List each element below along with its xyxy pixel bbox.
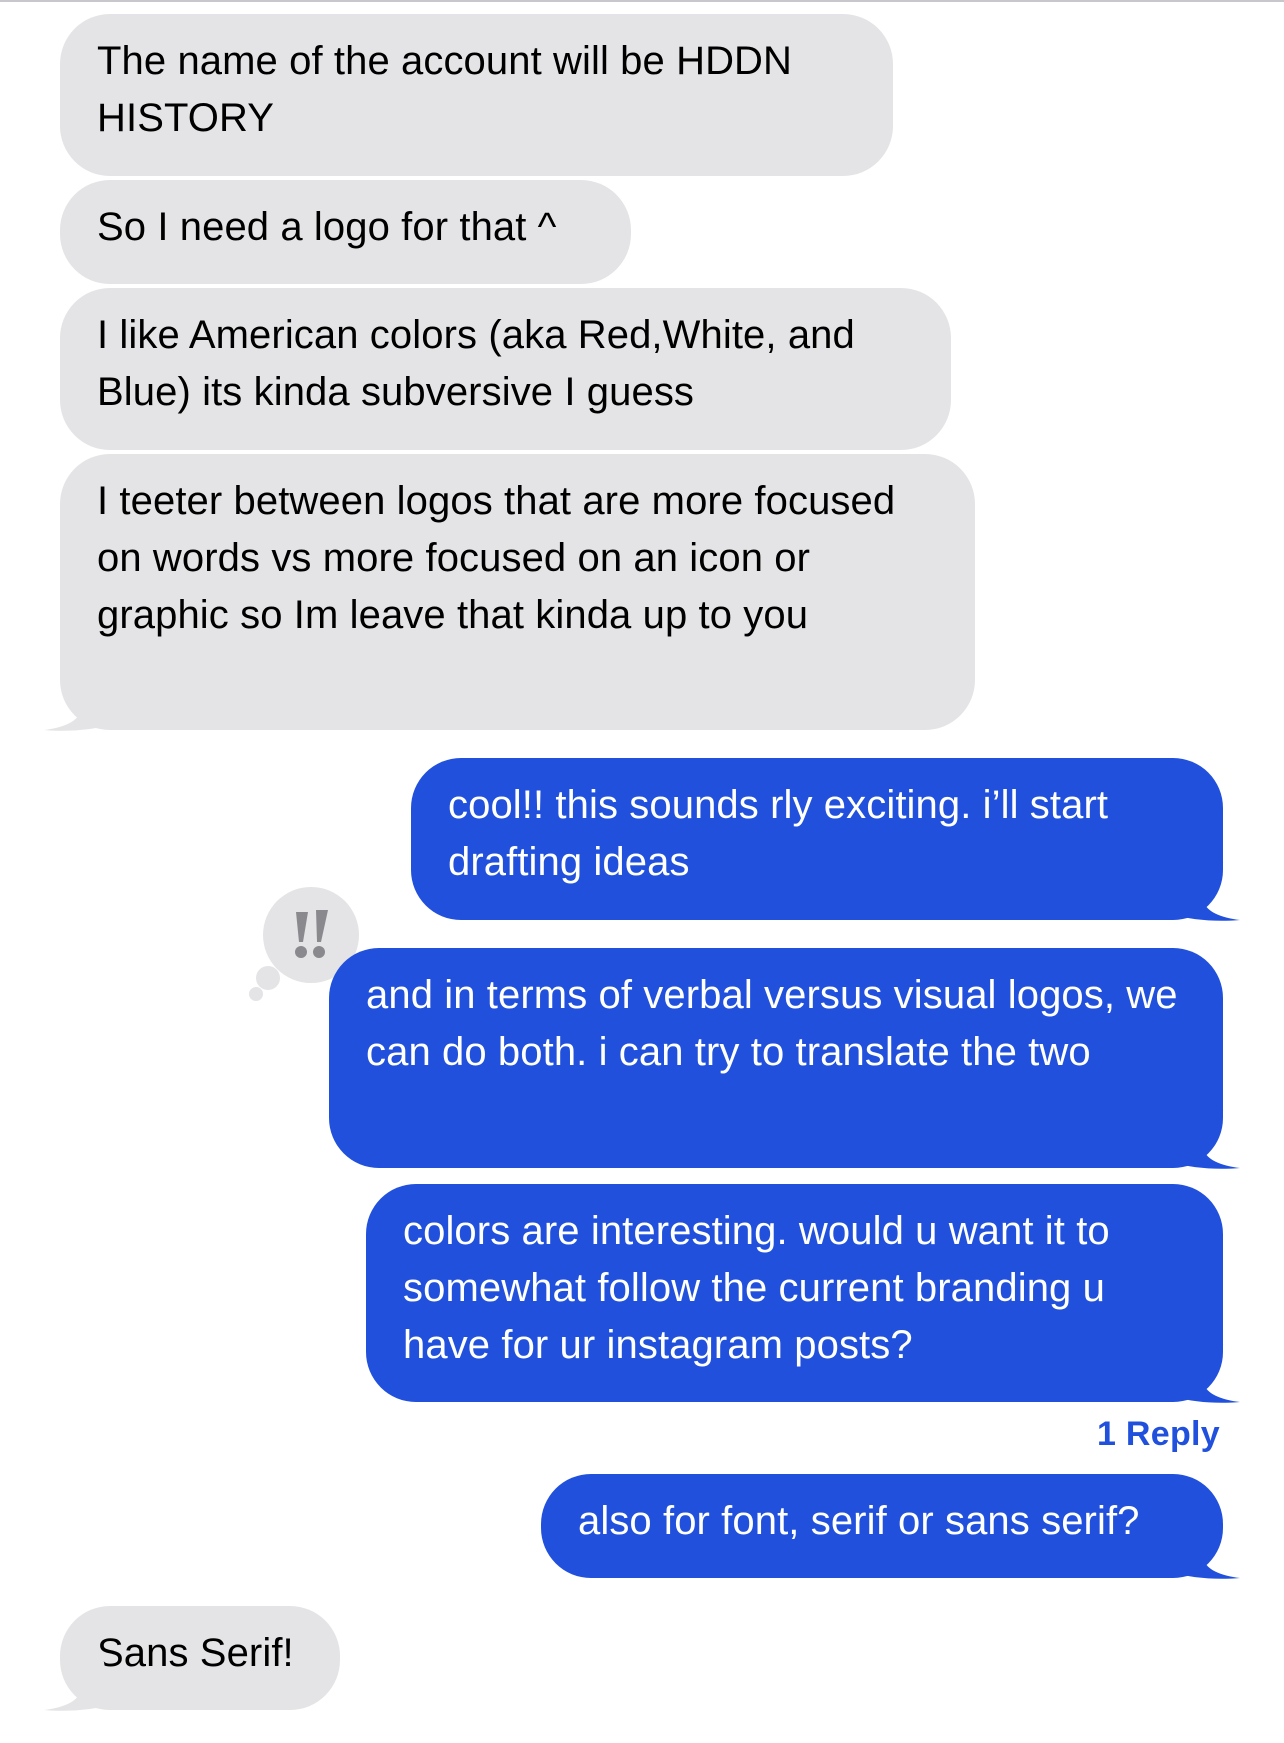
message-text: I like American colors (aka Red,White, a…: [97, 313, 867, 414]
incoming-tail: [44, 1652, 112, 1711]
outgoing-tail: [1172, 862, 1240, 921]
message-text: colors are interesting. would u want it …: [403, 1209, 1121, 1367]
thread-reply-count-link[interactable]: 1 Reply: [1097, 1415, 1220, 1454]
message-bubble-incoming[interactable]: The name of the account will be HDDN HIS…: [60, 14, 893, 176]
message-text: So I need a logo for that ^: [97, 205, 557, 249]
message-bubble-incoming[interactable]: So I need a logo for that ^: [60, 180, 631, 284]
message-text: The name of the account will be HDDN HIS…: [97, 39, 804, 140]
message-text: I teeter between logos that are more foc…: [97, 479, 907, 637]
message-bubble-outgoing[interactable]: colors are interesting. would u want it …: [366, 1184, 1223, 1402]
message-bubble-incoming[interactable]: I like American colors (aka Red,White, a…: [60, 288, 951, 450]
outgoing-tail: [1172, 1344, 1240, 1403]
message-bubble-outgoing[interactable]: also for font, serif or sans serif?: [541, 1474, 1223, 1578]
outgoing-tail: [1172, 1110, 1240, 1169]
message-bubble-incoming[interactable]: I teeter between logos that are more foc…: [60, 454, 975, 730]
message-text: and in terms of verbal versus visual log…: [366, 973, 1189, 1074]
message-text: Sans Serif!: [97, 1631, 294, 1675]
outgoing-tail: [1172, 1520, 1240, 1579]
message-bubble-outgoing[interactable]: cool!! this sounds rly exciting. i’ll st…: [411, 758, 1223, 920]
message-bubble-outgoing[interactable]: and in terms of verbal versus visual log…: [329, 948, 1223, 1168]
message-text: cool!! this sounds rly exciting. i’ll st…: [448, 783, 1120, 884]
message-text: also for font, serif or sans serif?: [578, 1499, 1140, 1543]
top-divider: [0, 0, 1284, 2]
incoming-tail: [44, 672, 112, 731]
